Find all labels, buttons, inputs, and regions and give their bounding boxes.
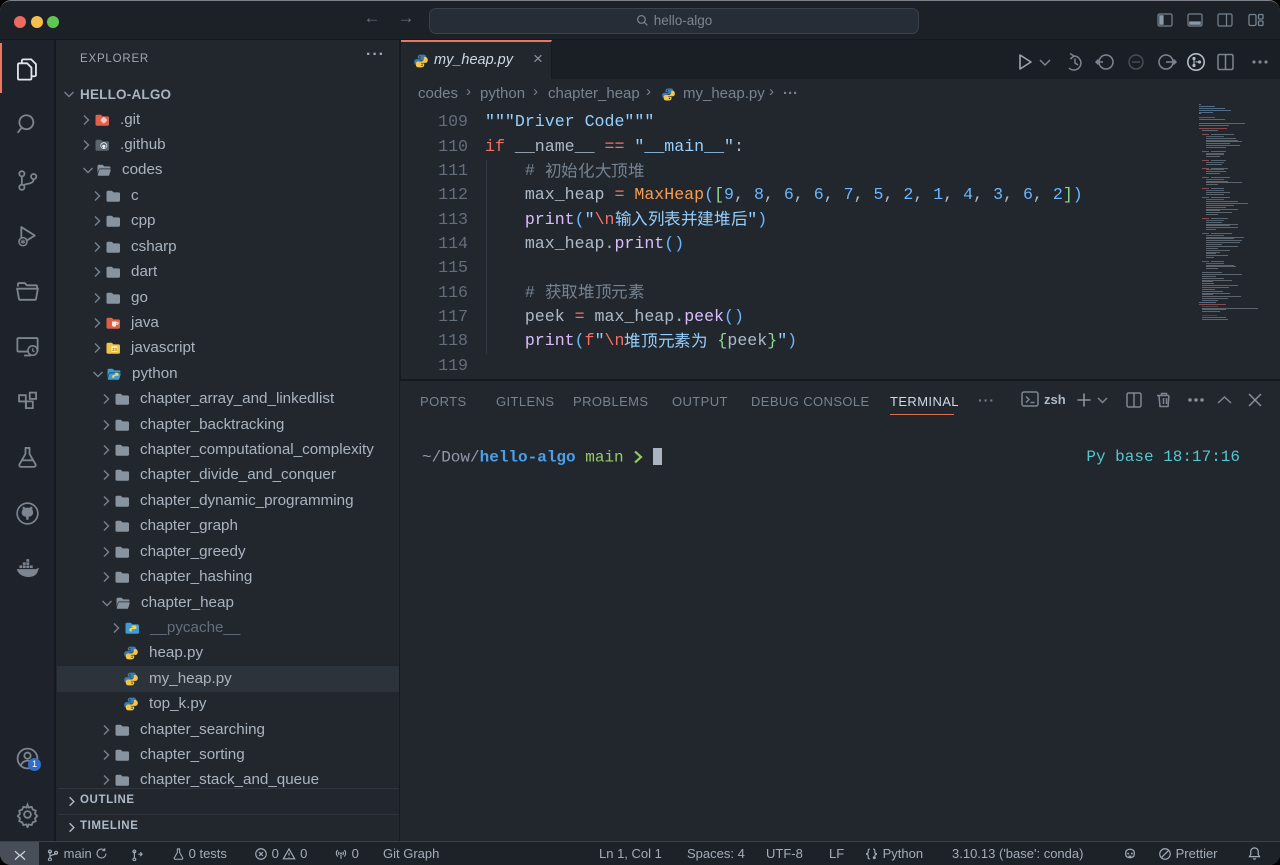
svg-text:JS: JS [112, 347, 118, 352]
svg-text:zsh: zsh [1044, 392, 1066, 407]
